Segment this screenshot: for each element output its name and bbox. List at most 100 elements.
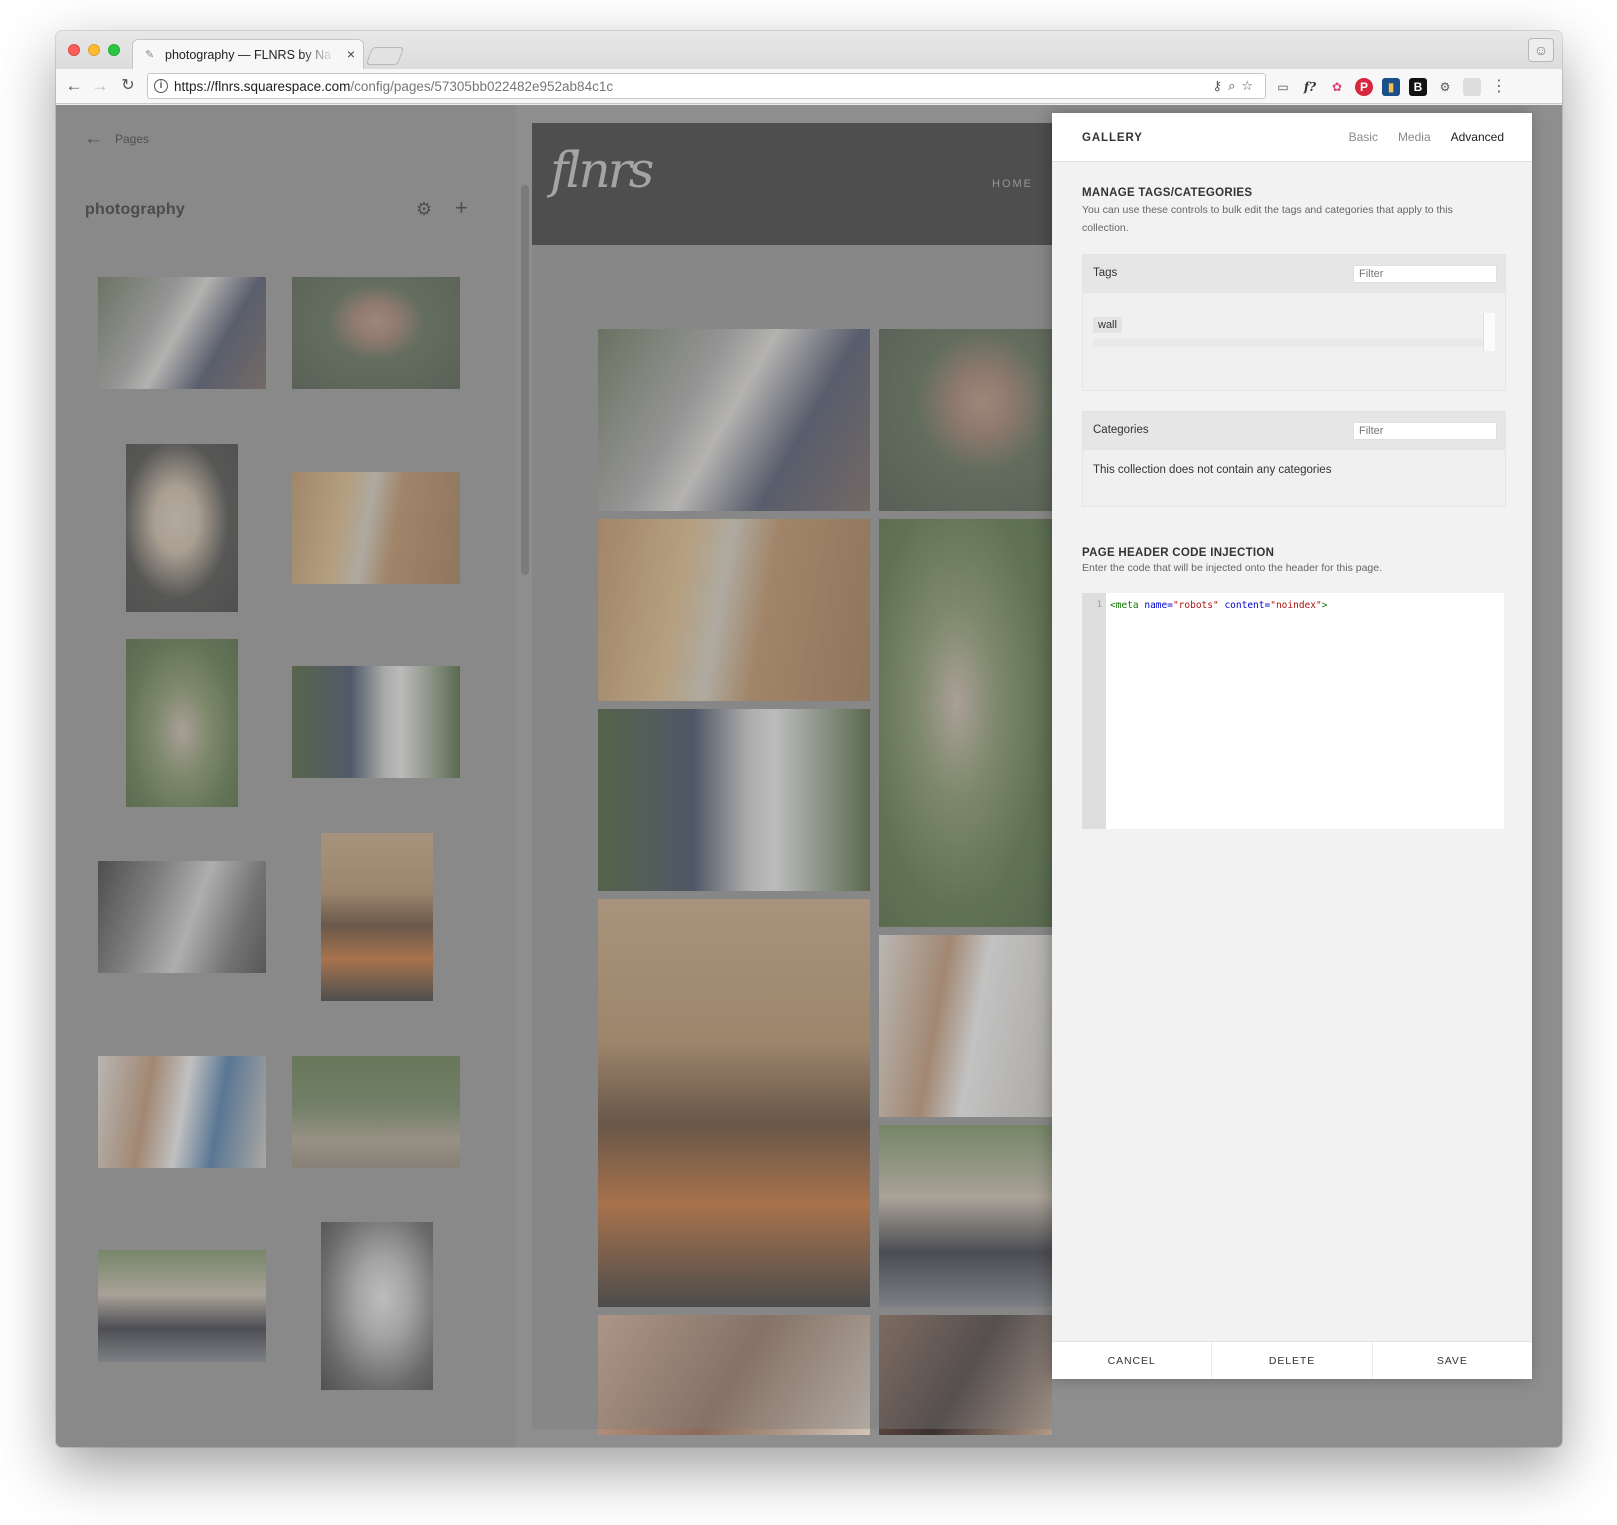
categories-box-header: Categories — [1083, 412, 1505, 450]
categories-box: Categories This collection does not cont… — [1082, 411, 1506, 507]
url-text[interactable]: https://flnrs.squarespace.com/config/pag… — [174, 79, 613, 94]
gallery-thumbnail[interactable] — [126, 444, 238, 612]
pages-panel: ← Pages photography ⚙ + — [56, 105, 516, 1447]
omnibox-actions: ⚷⌕☆ — [1213, 78, 1259, 94]
code-token-tag: <meta — [1110, 600, 1139, 611]
page-viewport: ← Pages photography ⚙ + flnrs HOME GALLE… — [56, 105, 1562, 1447]
preview-gallery — [532, 245, 1052, 1435]
pinterest-extension-icon[interactable]: P — [1355, 78, 1373, 96]
zoom-icon[interactable]: ⌕ — [1228, 78, 1241, 93]
close-window-button[interactable] — [68, 44, 80, 56]
gallery-thumbnail[interactable] — [292, 666, 460, 778]
settings-header: GALLERY Basic Media Advanced — [1052, 113, 1532, 162]
preview-image — [598, 519, 870, 701]
star-icon[interactable]: ☆ — [1241, 78, 1259, 93]
preview-image — [598, 899, 870, 1307]
b-extension-icon[interactable]: B — [1409, 78, 1427, 96]
gallery-thumbnail[interactable] — [98, 1056, 266, 1168]
browser-tab[interactable]: ✎ photography — FLNRS by Na × — [132, 39, 364, 69]
url-host: https://flnrs.squarespace.com — [174, 79, 351, 94]
delete-button[interactable]: DELETE — [1212, 1342, 1373, 1379]
zoom-window-button[interactable] — [108, 44, 120, 56]
preview-image — [879, 1315, 1052, 1435]
back-to-pages-link[interactable]: ← Pages — [84, 128, 150, 149]
tab-basic[interactable]: Basic — [1349, 130, 1378, 144]
gallery-settings-panel: GALLERY Basic Media Advanced MANAGE TAGS… — [1052, 113, 1532, 1379]
back-label: Pages — [115, 132, 150, 146]
new-tab-button[interactable] — [365, 47, 405, 65]
analytics-extension-icon[interactable]: ▮ — [1382, 78, 1400, 96]
gallery-thumbnail[interactable] — [321, 1222, 433, 1390]
gallery-thumbnail[interactable] — [292, 277, 460, 389]
manage-tags-heading: MANAGE TAGS/CATEGORIES — [1082, 187, 1253, 199]
preview-image — [879, 1125, 1052, 1307]
preview-image — [598, 709, 870, 891]
tampermonkey-extension-icon[interactable]: ⚙ — [1436, 78, 1454, 96]
code-token-string: "robots" — [1172, 600, 1219, 611]
code-injection-description: Enter the code that will be injected ont… — [1082, 562, 1383, 574]
site-logo[interactable]: flnrs — [550, 141, 654, 199]
gallery-thumbnail[interactable] — [98, 861, 266, 973]
color-picker-extension-icon[interactable]: ✿ — [1328, 78, 1346, 96]
settings-title: GALLERY — [1082, 132, 1143, 144]
tags-scrollbar[interactable] — [1483, 313, 1495, 351]
tab-advanced[interactable]: Advanced — [1451, 130, 1504, 144]
categories-label: Categories — [1093, 424, 1149, 436]
code-token-attr: name= — [1144, 600, 1173, 611]
tags-box-header: Tags — [1083, 255, 1505, 293]
back-arrow-icon: ← — [84, 128, 103, 149]
code-token-attr: content= — [1224, 600, 1271, 611]
reload-icon[interactable]: ↻ — [118, 76, 138, 96]
save-button[interactable]: SAVE — [1373, 1342, 1532, 1379]
address-bar[interactable]: i https://flnrs.squarespace.com/config/p… — [147, 73, 1266, 99]
key-icon[interactable]: ⚷ — [1213, 78, 1229, 93]
cast-icon[interactable]: ▭ — [1274, 78, 1292, 96]
settings-footer: CANCEL DELETE SAVE — [1052, 1341, 1532, 1379]
fontface-extension-icon[interactable]: f? — [1301, 78, 1319, 96]
panel-scrollbar[interactable] — [521, 185, 529, 575]
back-arrow-icon[interactable]: ← — [64, 76, 84, 96]
favicon-icon: ✎ — [145, 49, 155, 61]
url-path: /config/pages/57305bb022482e952ab84c1c — [350, 79, 614, 94]
tag-item[interactable]: wall — [1093, 317, 1122, 333]
tags-label: Tags — [1093, 267, 1118, 279]
site-preview: flnrs HOME — [532, 123, 1052, 1435]
gallery-thumbnail[interactable] — [292, 472, 460, 584]
preview-image — [879, 935, 1052, 1117]
minimize-window-button[interactable] — [88, 44, 100, 56]
collection-title: photography — [85, 201, 185, 218]
gallery-thumbnail[interactable] — [98, 277, 266, 389]
preview-image — [879, 329, 1052, 511]
tags-box: Tags wall — [1082, 254, 1506, 391]
gallery-thumbnail[interactable] — [126, 639, 238, 807]
settings-tabs: Basic Media Advanced — [1349, 130, 1504, 144]
line-number: 1 — [1096, 600, 1102, 610]
manage-tags-description: You can use these controls to bulk edit … — [1082, 204, 1453, 234]
tag-list-track — [1093, 339, 1483, 347]
categories-filter-input[interactable] — [1353, 422, 1497, 440]
plus-icon[interactable]: + — [455, 195, 468, 221]
editor-gutter: 1 — [1082, 593, 1106, 829]
menu-icon[interactable]: ⋮ — [1490, 78, 1508, 96]
tags-filter-input[interactable] — [1353, 265, 1497, 283]
info-icon[interactable]: i — [154, 79, 168, 93]
site-nav-home[interactable]: HOME — [992, 178, 1033, 190]
gallery-thumbnail[interactable] — [321, 833, 433, 1001]
forward-arrow-icon[interactable]: → — [90, 76, 110, 96]
tab-media[interactable]: Media — [1398, 130, 1431, 144]
gallery-thumbnail[interactable] — [98, 1250, 266, 1362]
preview-image — [598, 1315, 870, 1435]
gear-icon[interactable]: ⚙ — [416, 199, 432, 220]
close-icon[interactable]: × — [347, 46, 355, 62]
tab-title: photography — FLNRS by Na — [165, 48, 332, 62]
code-line[interactable]: <meta name="robots" content="noindex"> — [1110, 600, 1327, 611]
user-icon[interactable]: ☺ — [1528, 38, 1554, 62]
cancel-button[interactable]: CANCEL — [1052, 1342, 1213, 1379]
disabled-extension-icon[interactable] — [1463, 78, 1481, 96]
extension-bar: ▭ f? ✿ P ▮ B ⚙ ⋮ — [1274, 77, 1508, 97]
browser-window: ✎ photography — FLNRS by Na × ☺ ← → ↻ i … — [56, 31, 1562, 1447]
code-token-tag: > — [1321, 600, 1328, 611]
code-token-string: "noindex" — [1270, 600, 1322, 611]
code-injection-editor[interactable]: 1 <meta name="robots" content="noindex"> — [1082, 593, 1504, 829]
gallery-thumbnail[interactable] — [292, 1056, 460, 1168]
